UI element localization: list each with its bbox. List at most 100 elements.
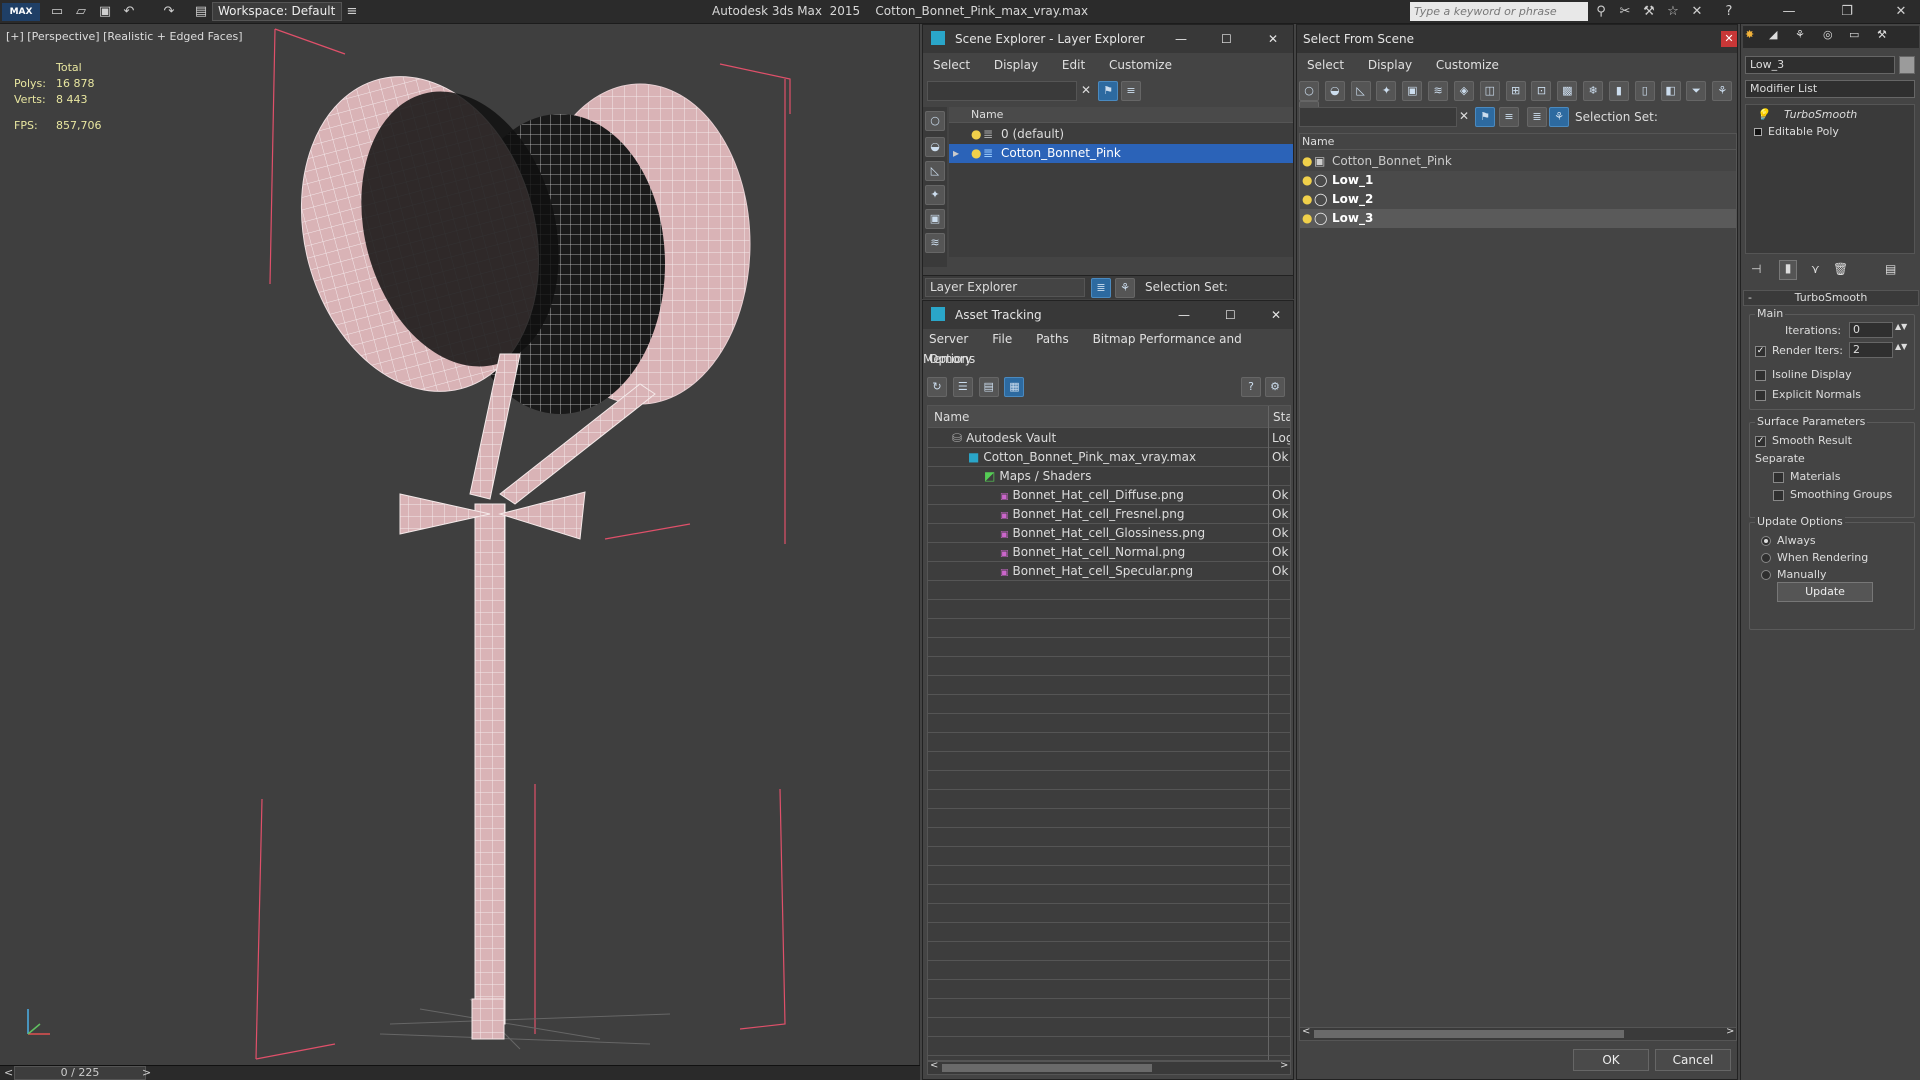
filter-icon[interactable]: ⚑ <box>1475 107 1495 127</box>
menu-customize[interactable]: Customize <box>1109 58 1172 72</box>
app-logo[interactable]: MAX <box>2 3 40 21</box>
bulb-icon[interactable]: 💡 <box>1756 105 1770 124</box>
asset-row[interactable]: ▣ Bonnet_Hat_cell_Diffuse.png Ok <box>928 486 1290 505</box>
layer-settings-icon[interactable]: ≡ <box>1499 107 1519 127</box>
create-tab-icon[interactable]: ✸ <box>1745 28 1754 41</box>
select-none-icon[interactable]: ▯ <box>1634 81 1655 101</box>
clear-search-icon[interactable]: ✕ <box>1081 83 1091 97</box>
asset-row[interactable]: ■ Cotton_Bonnet_Pink_max_vray.max Ok <box>928 448 1290 467</box>
hierarchy-icon[interactable]: ⚘ <box>1115 278 1135 298</box>
scroll-left-icon[interactable]: < <box>1302 1026 1310 1037</box>
motion-tab-icon[interactable]: ◎ <box>1823 28 1833 41</box>
scroll-left-icon[interactable]: < <box>930 1060 938 1071</box>
lightbulb-icon[interactable]: ● <box>971 125 981 144</box>
column-header-name[interactable]: Name <box>1300 134 1736 150</box>
isoline-checkbox[interactable] <box>1755 369 1766 381</box>
spinner-arrows-icon[interactable]: ▲▼ <box>1895 342 1907 351</box>
scroll-thumb[interactable] <box>942 1064 1152 1072</box>
workspace-menu-icon[interactable]: ≡ <box>343 3 361 21</box>
restore-icon[interactable]: ❐ <box>1838 3 1856 21</box>
lightbulb-icon[interactable]: ● <box>1302 171 1312 190</box>
smoothing-groups-checkbox[interactable] <box>1773 489 1784 501</box>
explicit-normals-checkbox[interactable] <box>1755 389 1766 401</box>
frame-counter[interactable]: 0 / 225 <box>14 1066 146 1080</box>
asset-row[interactable]: ▣ Bonnet_Hat_cell_Fresnel.png Ok <box>928 505 1290 524</box>
explorer-type-dropdown[interactable]: Layer Explorer <box>925 278 1085 297</box>
lightbulb-icon[interactable]: ● <box>971 144 981 163</box>
help-icon[interactable]: ? <box>1720 3 1738 21</box>
spinner-arrows-icon[interactable]: ▲▼ <box>1895 322 1907 331</box>
menu-display[interactable]: Display <box>1368 58 1412 72</box>
object-row[interactable]: ● ▣ Cotton_Bonnet_Pink <box>1300 152 1736 171</box>
undo-icon[interactable]: ↶ <box>120 3 138 21</box>
layers-icon[interactable]: ≣ <box>1527 107 1547 127</box>
object-row[interactable]: ● ◯ Low_2 <box>1300 190 1736 209</box>
hierarchy-icon[interactable]: ⚘ <box>1712 81 1733 101</box>
maximize-icon[interactable]: ☐ <box>1221 25 1232 53</box>
time-next-icon[interactable]: > <box>142 1066 151 1079</box>
display-cameras-icon[interactable]: ▣ <box>925 209 945 229</box>
display-shapes-icon[interactable]: ◺ <box>1350 81 1371 101</box>
clear-search-icon[interactable]: ✕ <box>1459 109 1469 123</box>
select-all-icon[interactable]: ▮ <box>1608 81 1629 101</box>
menu-display[interactable]: Display <box>994 58 1038 72</box>
redo-icon[interactable]: ↷ <box>160 3 178 21</box>
asset-row[interactable]: ⛁Autodesk Vault Logged Out <box>928 429 1290 448</box>
scroll-right-icon[interactable]: > <box>1280 1060 1288 1071</box>
favorites-icon[interactable]: ☆ <box>1664 3 1682 21</box>
tree-view-icon[interactable]: ▤ <box>978 377 999 397</box>
display-lights-icon[interactable]: ✦ <box>925 185 945 205</box>
layer-settings-icon[interactable]: ≡ <box>1121 81 1141 101</box>
save-icon[interactable]: ▣ <box>96 3 114 21</box>
always-radio[interactable] <box>1761 536 1771 546</box>
expand-arrow-icon[interactable]: ▸ <box>953 144 959 163</box>
select-invert-icon[interactable]: ◧ <box>1660 81 1681 101</box>
display-cameras-icon[interactable]: ▣ <box>1402 81 1423 101</box>
scroll-right-icon[interactable]: > <box>1726 1026 1734 1037</box>
modifier-editable-poly[interactable]: Editable Poly <box>1746 124 1914 140</box>
render-iters-spinner[interactable]: 2 <box>1849 342 1893 358</box>
display-helpers-icon[interactable]: ≋ <box>925 233 945 253</box>
time-slider[interactable]: < 0 / 225 > <box>0 1065 920 1080</box>
hierarchy-tab-icon[interactable]: ⚘ <box>1795 28 1805 41</box>
filter-icon[interactable]: ⚑ <box>1098 81 1118 101</box>
asset-row[interactable]: ▣ Bonnet_Hat_cell_Normal.png Ok <box>928 543 1290 562</box>
close-x-icon[interactable]: ✕ <box>1688 3 1706 21</box>
close-icon[interactable]: ✕ <box>1271 301 1281 329</box>
settings-icon[interactable]: ⚙ <box>1265 377 1285 397</box>
time-prev-icon[interactable]: < <box>4 1066 13 1079</box>
menu-edit[interactable]: Edit <box>1062 58 1085 72</box>
search-input[interactable]: Type a keyword or phrase <box>1410 2 1588 21</box>
project-icon[interactable]: ▤ <box>192 3 210 21</box>
column-header-name[interactable]: Name <box>949 107 1293 123</box>
select-search-field[interactable] <box>1299 107 1457 127</box>
menu-file[interactable]: File <box>992 332 1012 346</box>
asset-row[interactable]: ▣ Bonnet_Hat_cell_Specular.png Ok <box>928 562 1290 581</box>
object-color-swatch[interactable] <box>1899 56 1915 74</box>
cancel-button[interactable]: Cancel <box>1655 1049 1731 1071</box>
display-lights-icon[interactable]: ✦ <box>1376 81 1397 101</box>
asset-row[interactable]: ▣ Bonnet_Hat_cell_Glossiness.png Ok <box>928 524 1290 543</box>
asset-hscrollbar[interactable]: < > <box>927 1060 1291 1075</box>
layer-row-selected[interactable]: ▸ ● ≣ Cotton_Bonnet_Pink <box>949 144 1293 163</box>
materials-checkbox[interactable] <box>1773 471 1784 483</box>
explorer-search-field[interactable] <box>927 81 1077 101</box>
lightbulb-icon[interactable]: ● <box>1302 190 1312 209</box>
configure-sets-icon[interactable]: ▤ <box>1885 262 1896 276</box>
subscription-icon[interactable]: ⚒ <box>1640 3 1658 21</box>
iterations-spinner[interactable]: 0 <box>1849 322 1893 338</box>
display-geometry-icon[interactable]: ◒ <box>925 137 945 157</box>
column-status[interactable]: Status <box>1268 406 1290 428</box>
display-helpers-icon[interactable]: ≋ <box>1428 81 1449 101</box>
make-unique-icon[interactable]: ⋎ <box>1811 262 1820 276</box>
asset-row[interactable]: ◩ Maps / Shaders <box>928 467 1290 486</box>
object-row-selected[interactable]: ● ◯ Low_3 <box>1300 209 1736 228</box>
layer-manager-icon[interactable]: ≣ <box>1091 278 1111 298</box>
list-view-icon[interactable]: ☰ <box>952 377 973 397</box>
manually-radio[interactable] <box>1761 570 1771 580</box>
column-name[interactable]: Name <box>928 410 969 424</box>
display-spacewarps-icon[interactable]: ◈ <box>1453 81 1474 101</box>
lightbulb-icon[interactable]: ● <box>1302 152 1312 171</box>
display-containers-icon[interactable]: ▩ <box>1557 81 1578 101</box>
menu-select[interactable]: Select <box>933 58 970 72</box>
